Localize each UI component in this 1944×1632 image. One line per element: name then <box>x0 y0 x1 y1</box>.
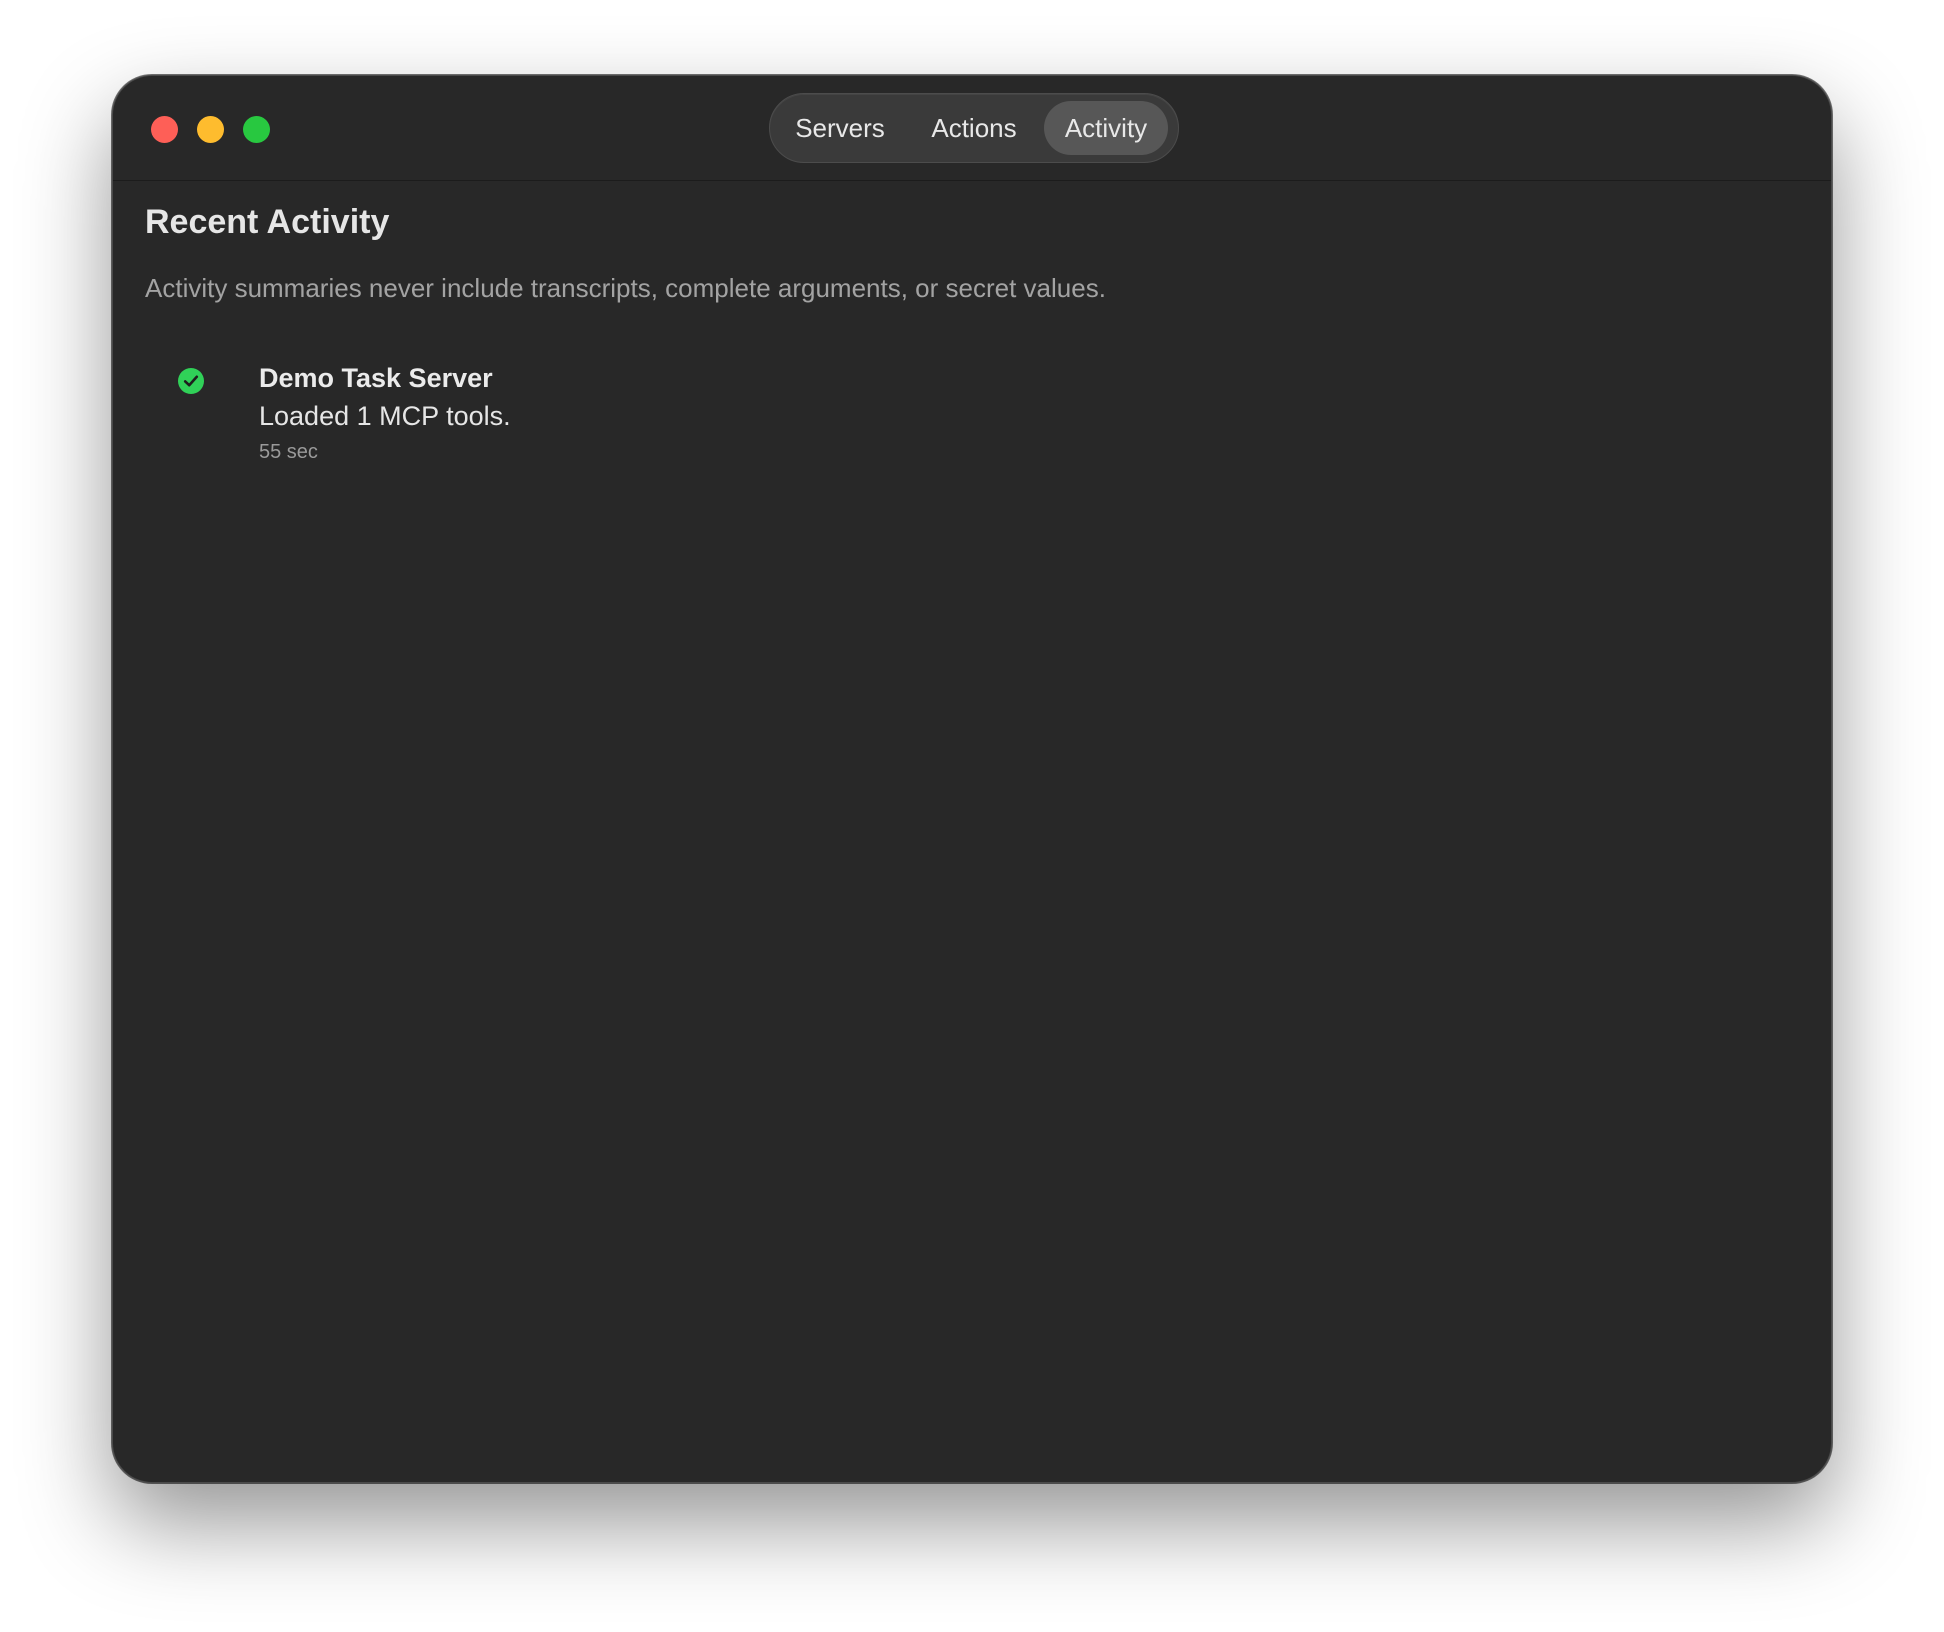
page-title: Recent Activity <box>145 203 390 241</box>
title-bar: Servers Actions Activity <box>113 76 1831 181</box>
tab-actions[interactable]: Actions <box>908 101 1040 155</box>
minimize-window-button[interactable] <box>197 116 224 143</box>
activity-item-time: 55 sec <box>259 441 318 463</box>
activity-item-description: Loaded 1 MCP tools. <box>259 401 511 431</box>
checkmark-circle-icon <box>178 368 204 394</box>
zoom-window-button[interactable] <box>243 116 270 143</box>
page-subtitle: Activity summaries never include transcr… <box>145 273 1106 303</box>
close-window-button[interactable] <box>151 116 178 143</box>
tab-activity[interactable]: Activity <box>1044 101 1168 155</box>
tab-servers[interactable]: Servers <box>776 101 904 155</box>
activity-item-title: Demo Task Server <box>259 363 493 393</box>
activity-list-item: Demo Task Server Loaded 1 MCP tools. 55 … <box>177 361 1077 481</box>
app-window: Servers Actions Activity Recent Activity… <box>112 75 1832 1483</box>
tab-bar: Servers Actions Activity <box>769 93 1179 163</box>
